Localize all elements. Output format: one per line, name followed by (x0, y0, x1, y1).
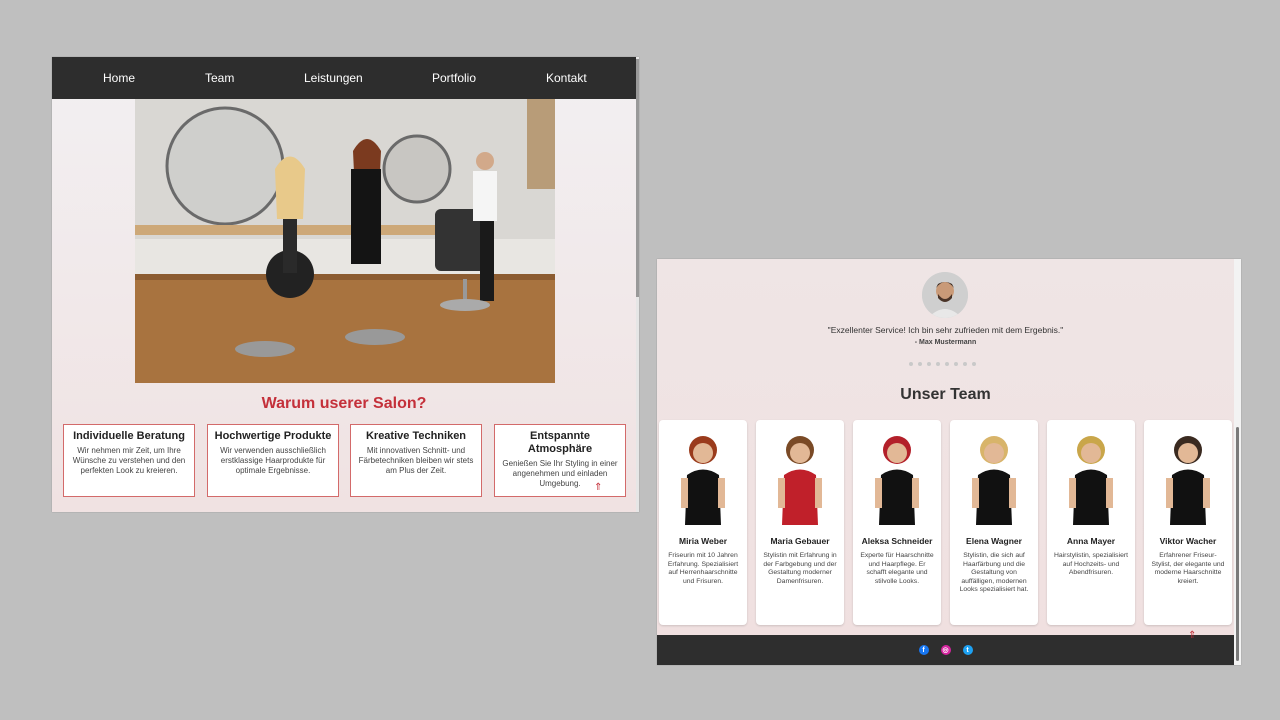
feature-title: Entspannte Atmosphäre (527, 430, 593, 455)
team-member-card: Miria Weber Friseurin mit 10 Jahren Erfah… (659, 420, 747, 625)
feature-card: Entspannte Atmosphäre Genießen Sie Ihr S… (494, 424, 626, 497)
team-member-photo (1144, 420, 1232, 530)
scrollbar-thumb[interactable] (1236, 427, 1239, 661)
team-member-name: Viktor Wacher (1159, 536, 1217, 546)
scrollbar[interactable] (1234, 259, 1241, 665)
team-member-card: Maria Gebauer Stylistin mit Erfahrung in … (756, 420, 844, 625)
feature-card: Individuelle Beratung Wir nehmen mir Zei… (63, 424, 195, 497)
team-member-photo (950, 420, 1038, 530)
feature-text: Genießen Sie Ihr Styling in einer angene… (502, 459, 618, 488)
carousel-dot[interactable] (963, 362, 967, 366)
carousel-dot[interactable] (954, 362, 958, 366)
team-member-description: Hairstylistin, spezialisiert auf Hochzei… (1053, 552, 1129, 576)
team-member-card: Anna Mayer Hairstylistin, spezialisiert a… (1047, 420, 1135, 625)
team-member-name: Elena Wagner (966, 536, 1022, 546)
nav-team[interactable]: Team (205, 71, 234, 85)
team-member-name: Miria Weber (678, 536, 728, 546)
testimonial-avatar (922, 272, 968, 318)
instagram-icon[interactable]: ◎ (940, 645, 951, 655)
feature-title: Hochwertige Produkte (214, 430, 332, 442)
team-title: Unser Team (900, 386, 991, 403)
feature-text: Mit innovativen Schnitt- und Färbetechni… (358, 446, 474, 475)
team-member-description: Stylistin mit Erfahrung in der Farbgebun… (763, 552, 837, 585)
team-member-description: Experte für Haarschnitte und Haarpflege.… (860, 552, 934, 585)
scrollbar[interactable] (636, 57, 639, 512)
team-member-card: Aleksa Schneider Experte für Haarschnitte… (853, 420, 941, 625)
team-member-name: Anna Mayer (1066, 536, 1116, 546)
twitter-icon[interactable]: t (962, 645, 973, 655)
main-nav: Home Team Leistungen Portfolio Kontakt (52, 57, 636, 99)
team-member-description: Stylistin, die sich auf Haarfärbung und … (959, 552, 1029, 593)
back-to-top-icon[interactable]: ⇑ (1188, 630, 1196, 641)
scrollbar-thumb[interactable] (636, 59, 639, 297)
testimonial-author: - Max Mustermann (914, 339, 977, 346)
team-member-photo (659, 420, 747, 530)
team-member-photo (853, 420, 941, 530)
nav-kontakt[interactable]: Kontakt (546, 71, 587, 85)
carousel-dot[interactable] (918, 362, 922, 366)
nav-portfolio[interactable]: Portfolio (432, 71, 476, 85)
feature-text: Wir nehmen mir Zeit, um Ihre Wünsche zu … (72, 446, 186, 475)
carousel-dot[interactable] (972, 362, 976, 366)
team-member-card: Viktor Wacher Erfahrener Friseur-Stylist,… (1144, 420, 1232, 625)
carousel-dot[interactable] (927, 362, 931, 366)
facebook-icon[interactable]: f (918, 645, 929, 655)
testimonial-quote: "Exzellenter Service! Ich bin sehr zufri… (827, 325, 1064, 335)
hero-image (135, 99, 555, 383)
carousel-dots (909, 362, 976, 366)
carousel-dot[interactable] (945, 362, 949, 366)
feature-text: Wir verwenden ausschließlich erstklassig… (220, 446, 326, 475)
feature-card: Hochwertige Produkte Wir verwenden aussc… (207, 424, 339, 497)
team-member-card: Elena Wagner Stylistin, die sich auf Haar… (950, 420, 1038, 625)
nav-leistungen[interactable]: Leistungen (304, 71, 363, 85)
carousel-dot[interactable] (936, 362, 940, 366)
team-member-name: Aleksa Schneider (861, 536, 933, 546)
team-member-photo (1047, 420, 1135, 530)
scroll-top-icon[interactable]: ⇑ (594, 482, 602, 493)
team-member-photo (756, 420, 844, 530)
team-member-name: Maria Gebauer (770, 536, 830, 546)
team-member-description: Erfahrener Friseur-Stylist, der elegante… (1151, 552, 1225, 585)
team-member-description: Friseurin mit 10 Jahren Erfahrung. Spezi… (667, 552, 739, 585)
team-page-window: "Exzellenter Service! Ich bin sehr zufri… (657, 259, 1241, 665)
salon-homepage-window: Home Team Leistungen Portfolio Kontakt W… (52, 57, 639, 512)
feature-card: Kreative Techniken Mit innovativen Schni… (350, 424, 482, 497)
carousel-dot[interactable] (909, 362, 913, 366)
feature-title: Kreative Techniken (365, 430, 467, 442)
section-title: Warum userer Salon? (261, 395, 427, 412)
footer: f ◎ t (657, 635, 1234, 665)
nav-home[interactable]: Home (103, 71, 135, 85)
feature-title: Individuelle Beratung (73, 430, 185, 442)
